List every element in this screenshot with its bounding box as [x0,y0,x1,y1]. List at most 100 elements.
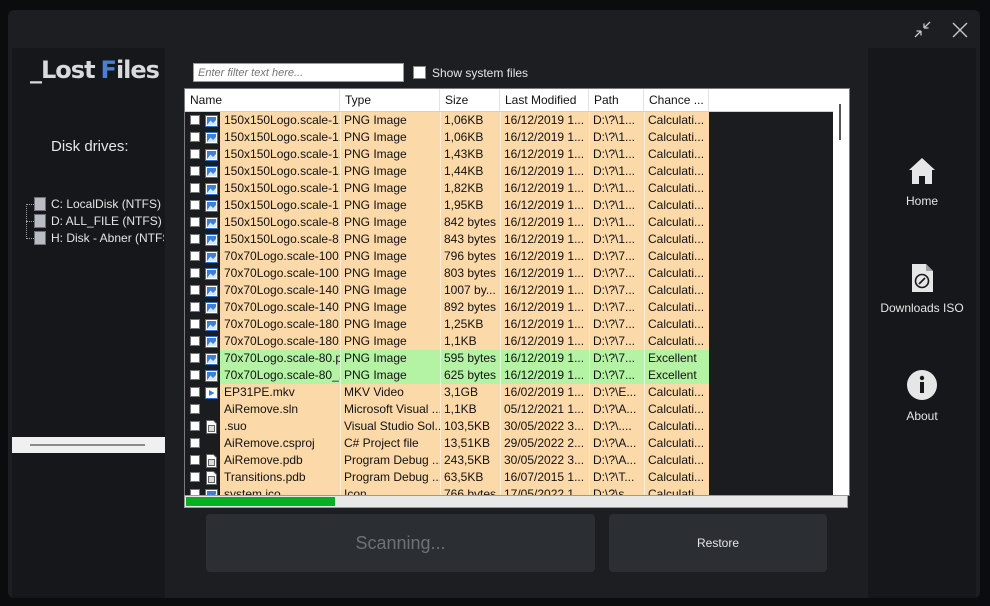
image-file-icon [205,114,218,127]
cell-modified: 29/05/2022 2... [504,436,585,450]
cell-type: PNG Image [344,283,407,297]
table-row[interactable]: .suo Visual Studio Sol... 103,5KB 30/05/202… [185,418,709,435]
table-row[interactable]: 150x150Logo.scale-8... PNG Image 842 bytes… [185,214,709,231]
column-divider [500,231,501,248]
table-row[interactable]: 150x150Logo.scale-1... PNG Image 1,06KB 16/… [185,112,709,129]
table-row[interactable]: Transitions.pdb Program Debug ... 63,5KB 16… [185,469,709,486]
column-divider [340,214,341,231]
row-checkbox[interactable] [190,319,200,329]
row-checkbox[interactable] [190,455,200,465]
cell-size: 1,1KB [444,334,477,348]
cell-name: 70x70Logo.scale-100.... [224,249,340,263]
row-checkbox[interactable] [190,268,200,278]
column-header-path[interactable]: Path [589,89,644,111]
row-checkbox[interactable] [190,200,200,210]
row-checkbox[interactable] [190,166,200,176]
cell-modified: 16/12/2019 1... [504,164,585,178]
column-divider [589,350,590,367]
row-checkbox[interactable] [190,149,200,159]
cell-chance: Calculati... [648,147,705,161]
nav-home[interactable]: Home [868,156,976,208]
table-row[interactable]: 70x70Logo.scale-180.... PNG Image 1,25KB 16… [185,316,709,333]
column-header-size[interactable]: Size [440,89,500,111]
table-row[interactable]: 70x70Logo.scale-140.... PNG Image 1007 by.… [185,282,709,299]
row-checkbox[interactable] [190,438,200,448]
table-row[interactable]: 70x70Logo.scale-100.... PNG Image 803 byte… [185,265,709,282]
nav-about[interactable]: About [868,369,976,423]
column-header-last-modified[interactable]: Last Modified [500,89,589,111]
cell-size: 1,82KB [444,181,484,195]
scrollbar-thumb[interactable] [30,444,145,446]
table-row[interactable]: 70x70Logo.scale-100.... PNG Image 796 byte… [185,248,709,265]
cell-name: 150x150Logo.scale-8... [224,215,340,229]
column-header-chance[interactable]: Chance ... [644,89,709,111]
restore-button[interactable]: Restore [609,514,827,572]
row-checkbox[interactable] [190,370,200,380]
cell-path: D:\?\1... [593,215,636,229]
cell-size: 13,51KB [444,436,491,450]
table-row[interactable]: 70x70Logo.scale-180.... PNG Image 1,1KB 16/… [185,333,709,350]
table-row[interactable]: 150x150Logo.scale-1... PNG Image 1,95KB 16/… [185,197,709,214]
row-checkbox[interactable] [190,421,200,431]
table-row[interactable]: AiRemove.csproj C# Project file 13,51KB 29/… [185,435,709,452]
row-checkbox[interactable] [190,336,200,346]
left-panel [12,48,165,598]
column-divider [500,418,501,435]
checkbox[interactable] [413,66,426,80]
row-checkbox[interactable] [190,234,200,244]
row-checkbox[interactable] [190,404,200,414]
cell-path: D:\?\.... [593,419,632,433]
cell-type: PNG Image [344,113,407,127]
cell-chance: Calculati... [648,266,705,280]
scan-progress-bar [184,495,848,508]
file-list[interactable]: Name Type Size Last Modified Path Chance… [184,88,850,496]
row-checkbox[interactable] [190,251,200,261]
column-header-type[interactable]: Type [340,89,440,111]
column-divider [500,384,501,401]
table-row[interactable]: AiRemove.pdb Program Debug ... 243,5KB 30/0… [185,452,709,469]
table-row[interactable]: EP31PE.mkv MKV Video 3,1GB 16/02/2019 1... D… [185,384,709,401]
table-row[interactable]: 150x150Logo.scale-1... PNG Image 1,43KB 16/… [185,146,709,163]
row-checkbox[interactable] [190,472,200,482]
table-row[interactable]: 150x150Logo.scale-1... PNG Image 1,82KB 16/… [185,180,709,197]
filter-input[interactable] [193,63,404,82]
row-checkbox[interactable] [190,302,200,312]
scrollbar-thumb[interactable] [839,104,841,140]
table-row[interactable]: 70x70Logo.scale-140.... PNG Image 892 byte… [185,299,709,316]
show-system-files-checkbox[interactable]: Show system files [413,66,528,80]
column-divider [440,129,441,146]
list-vertical-scrollbar[interactable] [833,89,849,495]
column-header-name[interactable]: Name [185,89,340,111]
close-button[interactable] [950,20,970,40]
table-row[interactable]: 70x70Logo.scale-80.p... PNG Image 595 byte… [185,350,709,367]
table-row[interactable]: AiRemove.sln Microsoft Visual ... 1,1KB 05/… [185,401,709,418]
column-divider [440,350,441,367]
image-file-icon [205,301,218,314]
drive-h[interactable]: H: Disk - Abner (NTFS) [34,230,164,246]
tree-horizontal-scrollbar[interactable] [12,437,165,453]
scanning-button[interactable]: Scanning... [206,514,595,572]
table-row[interactable]: 150x150Logo.scale-8... PNG Image 843 bytes… [185,231,709,248]
table-row[interactable]: 70x70Logo.scale-80_... PNG Image 625 bytes… [185,367,709,384]
row-checkbox[interactable] [190,132,200,142]
nav-downloads-iso[interactable]: Downloads ISO [868,263,976,315]
minimize-button[interactable] [913,20,933,40]
drive-c[interactable]: C: LocalDisk (NTFS) [34,196,161,212]
drive-d[interactable]: D: ALL_FILE (NTFS) [34,213,162,229]
row-checkbox[interactable] [190,115,200,125]
table-row[interactable]: 150x150Logo.scale-1... PNG Image 1,06KB 16/… [185,129,709,146]
cell-chance: Calculati... [648,317,705,331]
row-checkbox[interactable] [190,217,200,227]
column-divider [589,265,590,282]
row-checkbox[interactable] [190,387,200,397]
cell-path: D:\?\A... [593,453,637,467]
row-checkbox[interactable] [190,353,200,363]
cell-path: D:\?\7... [593,283,636,297]
cell-modified: 05/12/2021 1... [504,402,585,416]
row-checkbox[interactable] [190,285,200,295]
table-row[interactable]: 150x150Logo.scale-1... PNG Image 1,44KB 16/… [185,163,709,180]
row-checkbox[interactable] [190,183,200,193]
column-divider [644,418,645,435]
column-divider [440,452,441,469]
cell-path: D:\?\1... [593,232,636,246]
